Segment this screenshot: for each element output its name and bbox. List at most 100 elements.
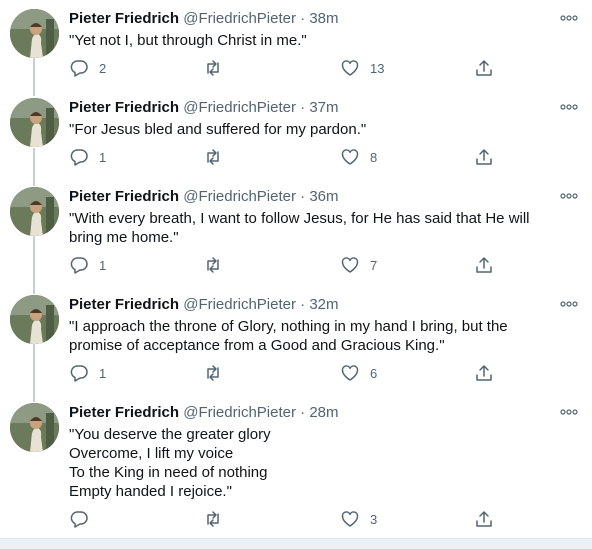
more-dots-icon[interactable] bbox=[560, 191, 578, 201]
tweet-text: "With every breath, I want to follow Jes… bbox=[69, 209, 569, 247]
like-button[interactable]: 3 bbox=[340, 509, 377, 529]
reply-icon bbox=[70, 149, 88, 166]
timestamp[interactable]: 38m bbox=[309, 10, 338, 27]
author-handle[interactable]: @FriedrichPieter bbox=[183, 99, 296, 116]
reply-count: 1 bbox=[99, 149, 107, 165]
tweet-actions: 2 13 bbox=[69, 58, 499, 78]
share-icon bbox=[476, 149, 492, 165]
share-icon bbox=[476, 60, 492, 76]
tweet[interactable]: Pieter Friedrich @FriedrichPieter · 37m … bbox=[0, 89, 592, 178]
retweet-button[interactable] bbox=[203, 363, 233, 383]
more-dots-icon[interactable] bbox=[560, 102, 578, 112]
share-button[interactable] bbox=[474, 509, 494, 529]
author-name[interactable]: Pieter Friedrich bbox=[69, 188, 179, 205]
tweet-text-line: Empty handed I rejoice." bbox=[69, 483, 232, 500]
author-handle[interactable]: @FriedrichPieter bbox=[183, 296, 296, 313]
reply-button[interactable]: 1 bbox=[69, 147, 106, 167]
tweet-actions: 1 6 bbox=[69, 363, 499, 383]
tweet-thread: Pieter Friedrich @FriedrichPieter · 38m … bbox=[0, 0, 592, 538]
tweet-text-line: Overcome, I lift my voice bbox=[69, 445, 234, 462]
more-dots-icon[interactable] bbox=[560, 299, 578, 309]
tweet-text-line: "I approach the throne of Glory, nothing… bbox=[69, 318, 508, 335]
retweet-button[interactable] bbox=[203, 58, 233, 78]
tweet-text-line: "With every breath, I want to follow Jes… bbox=[69, 210, 530, 227]
reply-count: 1 bbox=[99, 257, 107, 273]
retweet-button[interactable] bbox=[203, 147, 233, 167]
reply-button[interactable]: 1 bbox=[69, 255, 106, 275]
like-count: 6 bbox=[370, 365, 378, 381]
share-button[interactable] bbox=[474, 255, 494, 275]
tweet-text: "For Jesus bled and suffered for my pard… bbox=[69, 120, 569, 139]
share-button[interactable] bbox=[474, 363, 494, 383]
reply-button[interactable]: 1 bbox=[69, 363, 106, 383]
tweet-header: Pieter Friedrich @FriedrichPieter · 37m bbox=[69, 98, 339, 118]
tweet-text-line: promise of acceptance from a Good and Gr… bbox=[69, 337, 445, 354]
like-button[interactable]: 7 bbox=[340, 255, 377, 275]
tweet-text-line: bring me home." bbox=[69, 229, 179, 246]
like-count: 8 bbox=[370, 149, 378, 165]
retweet-button[interactable] bbox=[203, 255, 233, 275]
like-button[interactable]: 13 bbox=[340, 58, 384, 78]
retweet-button[interactable] bbox=[203, 509, 233, 529]
share-icon bbox=[476, 365, 492, 381]
tweet-text-line: "You deserve the greater glory bbox=[69, 426, 271, 443]
retweet-icon bbox=[207, 365, 219, 381]
tweet-text: "Yet not I, but through Christ in me." bbox=[69, 31, 569, 50]
tweet-actions: 1 7 bbox=[69, 255, 499, 275]
like-count: 13 bbox=[370, 60, 385, 76]
author-name[interactable]: Pieter Friedrich bbox=[69, 296, 179, 313]
tweet[interactable]: Pieter Friedrich @FriedrichPieter · 28m … bbox=[0, 394, 592, 538]
like-button[interactable]: 8 bbox=[340, 147, 377, 167]
timestamp[interactable]: 36m bbox=[309, 188, 338, 205]
tweet-actions: 3 bbox=[69, 509, 499, 529]
tweet[interactable]: Pieter Friedrich @FriedrichPieter · 32m … bbox=[0, 286, 592, 394]
tweet[interactable]: Pieter Friedrich @FriedrichPieter · 36m … bbox=[0, 178, 592, 286]
separator-dot: · bbox=[300, 10, 306, 27]
reply-icon bbox=[70, 60, 88, 77]
separator-dot: · bbox=[300, 99, 306, 116]
reply-icon bbox=[70, 257, 88, 274]
share-button[interactable] bbox=[474, 58, 494, 78]
timestamp[interactable]: 32m bbox=[309, 296, 338, 313]
share-button[interactable] bbox=[474, 147, 494, 167]
share-icon bbox=[476, 511, 492, 527]
reply-icon bbox=[70, 365, 88, 382]
separator-dot: · bbox=[300, 296, 306, 313]
author-handle[interactable]: @FriedrichPieter bbox=[183, 404, 296, 421]
avatar[interactable] bbox=[10, 98, 59, 147]
tweet-text: "I approach the throne of Glory, nothing… bbox=[69, 317, 569, 355]
author-handle[interactable]: @FriedrichPieter bbox=[183, 10, 296, 27]
retweet-icon bbox=[207, 60, 219, 76]
avatar[interactable] bbox=[10, 403, 59, 452]
tweet-text-line: "Yet not I, but through Christ in me." bbox=[69, 32, 307, 49]
tweet-text-line: To the King in need of nothing bbox=[69, 464, 268, 481]
heart-icon bbox=[341, 60, 359, 76]
reply-count: 1 bbox=[99, 365, 107, 381]
author-handle[interactable]: @FriedrichPieter bbox=[183, 188, 296, 205]
like-count: 7 bbox=[370, 257, 378, 273]
tweet-header: Pieter Friedrich @FriedrichPieter · 38m bbox=[69, 9, 339, 29]
author-name[interactable]: Pieter Friedrich bbox=[69, 404, 179, 421]
timestamp[interactable]: 28m bbox=[309, 404, 338, 421]
heart-icon bbox=[341, 149, 359, 165]
avatar[interactable] bbox=[10, 295, 59, 344]
separator-dot: · bbox=[300, 404, 306, 421]
tweet[interactable]: Pieter Friedrich @FriedrichPieter · 38m … bbox=[0, 0, 592, 90]
like-button[interactable]: 6 bbox=[340, 363, 377, 383]
more-dots-icon[interactable] bbox=[560, 13, 578, 23]
heart-icon bbox=[341, 511, 359, 527]
author-name[interactable]: Pieter Friedrich bbox=[69, 99, 179, 116]
tweet-header: Pieter Friedrich @FriedrichPieter · 32m bbox=[69, 295, 339, 315]
heart-icon bbox=[341, 257, 359, 273]
more-dots-icon[interactable] bbox=[560, 407, 578, 417]
reply-button[interactable]: 2 bbox=[69, 58, 106, 78]
like-count: 3 bbox=[370, 511, 378, 527]
avatar[interactable] bbox=[10, 187, 59, 236]
avatar[interactable] bbox=[10, 9, 59, 58]
reply-button[interactable] bbox=[69, 509, 99, 529]
timestamp[interactable]: 37m bbox=[309, 99, 338, 116]
reply-icon bbox=[70, 511, 88, 528]
separator-dot: · bbox=[300, 188, 306, 205]
author-name[interactable]: Pieter Friedrich bbox=[69, 10, 179, 27]
tweet-text: "You deserve the greater glory Overcome,… bbox=[69, 425, 569, 501]
